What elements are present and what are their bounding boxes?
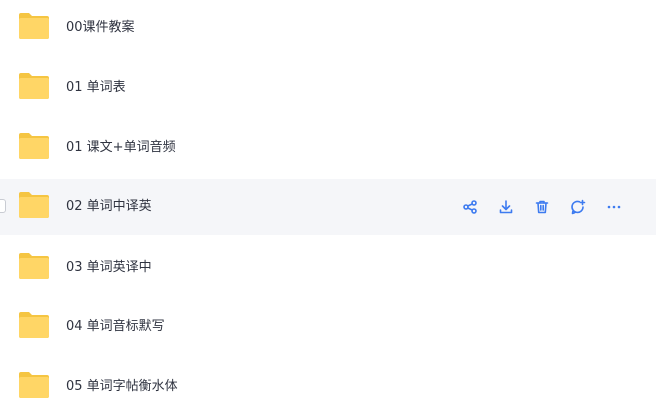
file-row[interactable]: 01 单词表 <box>0 60 656 116</box>
file-row[interactable]: 00课件教案 <box>0 0 656 56</box>
folder-icon <box>19 253 49 279</box>
share-button[interactable] <box>454 193 486 221</box>
file-name[interactable]: 05 单词字帖衡水体 <box>66 359 178 405</box>
file-name[interactable]: 03 单词英译中 <box>66 240 152 296</box>
file-name[interactable]: 01 课文+单词音频 <box>66 120 176 176</box>
row-checkbox[interactable] <box>0 199 6 213</box>
file-name[interactable]: 00课件教案 <box>66 0 135 56</box>
comment-button[interactable] <box>562 193 594 221</box>
delete-icon <box>535 200 549 214</box>
folder-icon <box>19 73 49 99</box>
more-button[interactable] <box>598 193 630 221</box>
folder-icon <box>19 13 49 39</box>
file-name[interactable]: 01 单词表 <box>66 60 126 116</box>
file-row[interactable]: 04 单词音标默写 <box>0 299 656 355</box>
file-row[interactable]: 01 课文+单词音频 <box>0 120 656 176</box>
share-icon <box>463 200 477 214</box>
file-row[interactable]: 03 单词英译中 <box>0 240 656 296</box>
comment-icon <box>571 199 586 215</box>
file-name[interactable]: 02 单词中译英 <box>66 179 152 235</box>
file-name[interactable]: 04 单词音标默写 <box>66 299 165 355</box>
more-icon <box>607 205 621 209</box>
file-row[interactable]: 02 单词中译英 <box>0 179 656 235</box>
folder-icon <box>19 133 49 159</box>
folder-icon <box>19 372 49 398</box>
download-icon <box>499 200 513 214</box>
file-list: 00课件教案 01 单词表 01 课文+单词音频 02 单词中译英 03 单词英… <box>0 0 656 405</box>
folder-icon <box>19 312 49 338</box>
row-actions <box>454 193 630 221</box>
file-row[interactable]: 05 单词字帖衡水体 <box>0 359 656 405</box>
download-button[interactable] <box>490 193 522 221</box>
folder-icon <box>19 192 49 218</box>
delete-button[interactable] <box>526 193 558 221</box>
